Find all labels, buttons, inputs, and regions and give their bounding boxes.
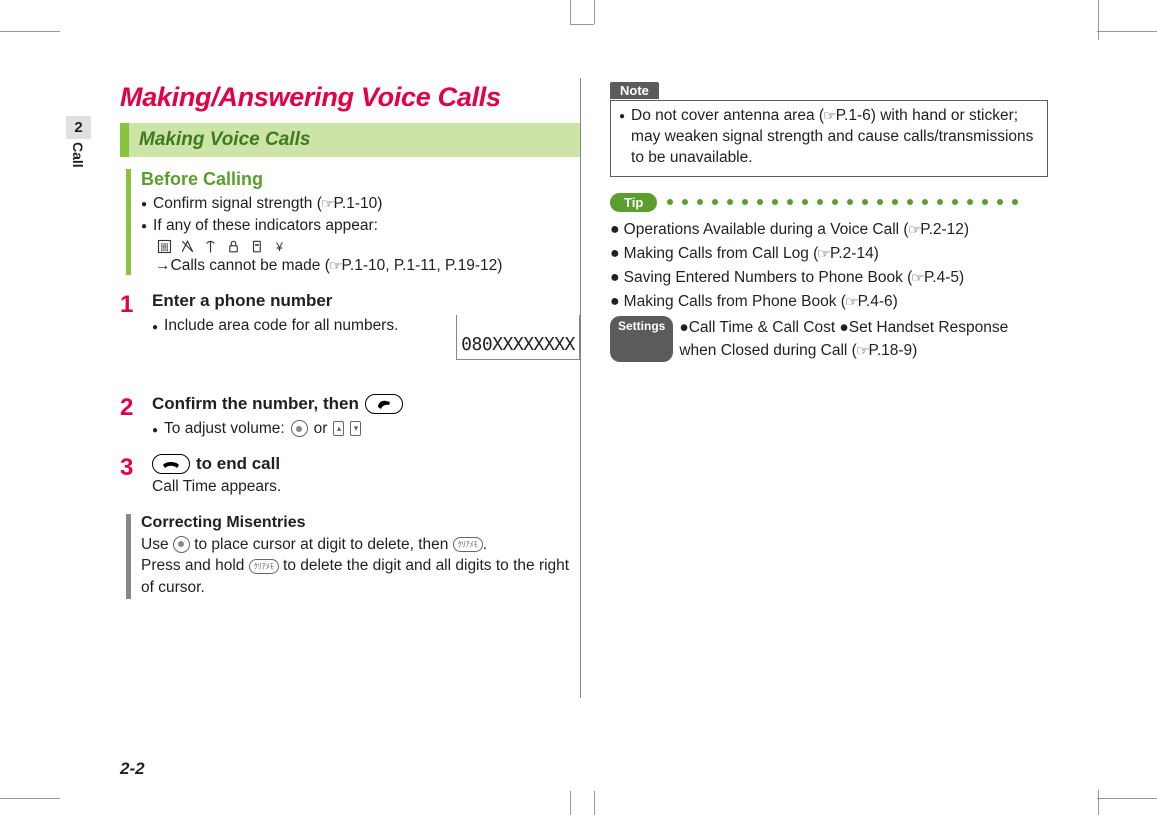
phone-number-display: 080XXXXXXXX <box>456 315 580 360</box>
bullet-icon: ● <box>141 220 147 237</box>
correcting-misentries-box: Correcting Misentries Use to place curso… <box>126 514 580 599</box>
svg-text:圏: 圏 <box>160 243 168 252</box>
text: ●Call Time & Call Cost ●Set Handset Resp… <box>679 316 1048 363</box>
before-calling-heading: Before Calling <box>141 169 580 190</box>
nav-key-icon <box>291 420 308 437</box>
lock-icon <box>226 239 241 254</box>
chapter-label: Call <box>70 142 86 168</box>
list-item: ● Confirm signal strength (☞P.1-10) <box>141 194 580 215</box>
clear-key-icon: ｸﾘｱﾒﾓ <box>453 537 483 552</box>
bullet-icon: ● <box>610 242 620 266</box>
crop-mark <box>570 0 571 24</box>
text: To adjust volume: <box>164 418 285 440</box>
reference-icon: ☞ <box>329 258 343 274</box>
page-number: 2-2 <box>120 759 145 779</box>
misentries-heading: Correcting Misentries <box>141 514 580 532</box>
crop-mark <box>0 798 60 799</box>
settings-label: Settings <box>610 316 673 363</box>
list-item: ●Operations Available during a Voice Cal… <box>610 218 1048 242</box>
crop-mark <box>570 24 594 25</box>
reference-icon: ☞ <box>817 244 831 264</box>
reference-icon: ☞ <box>823 107 837 125</box>
crop-mark <box>1098 0 1099 40</box>
settings-line: Settings ●Call Time & Call Cost ●Set Han… <box>610 316 1048 363</box>
left-column: Making/Answering Voice Calls Making Voic… <box>120 82 580 750</box>
text: Confirm signal strength (☞P.1-10) <box>153 194 382 215</box>
antenna-icon <box>203 239 218 254</box>
list-item: ● Do not cover antenna area (☞P.1-6) wit… <box>619 106 1039 169</box>
no-signal-icon <box>180 239 195 254</box>
crop-mark <box>1097 798 1157 799</box>
text: If any of these indicators appear: <box>153 216 378 237</box>
bullet-icon: ● <box>610 218 620 242</box>
reference-icon: ☞ <box>845 292 859 312</box>
crop-mark <box>1097 31 1157 32</box>
step-2: 2 Confirm the number, then ● To adjust v… <box>120 394 580 440</box>
step-number: 3 <box>120 454 140 496</box>
text: Call Time appears. <box>152 478 580 496</box>
yen-icon: ¥ <box>272 239 287 254</box>
crop-mark <box>594 791 595 815</box>
text: Do not cover antenna area (☞P.1-6) with … <box>631 106 1039 169</box>
note-label: Note <box>610 82 659 99</box>
text: Press and hold ｸﾘｱﾒﾓ to delete the digit… <box>141 555 580 598</box>
crop-mark <box>594 0 595 24</box>
step-1: 1 Enter a phone number 080XXXXXXXX ● Inc… <box>120 291 580 360</box>
reference-icon: ☞ <box>911 268 925 288</box>
bullet-icon: ● <box>152 321 158 335</box>
down-key-icon: ▾ <box>350 421 361 436</box>
crop-mark <box>570 791 571 815</box>
bullet-icon: ● <box>141 198 147 215</box>
step-number: 1 <box>120 291 140 360</box>
bullet-icon: ● <box>619 110 625 169</box>
list-item: ● Include area code for all numbers. <box>152 315 456 337</box>
text: Making Calls from Call Log (☞P.2-14) <box>624 242 879 266</box>
text: Include area code for all numbers. <box>164 315 398 337</box>
right-column: Note ● Do not cover antenna area (☞P.1-6… <box>610 82 1048 750</box>
text: Operations Available during a Voice Call… <box>624 218 969 242</box>
text: Making Calls from Phone Book (☞P.4-6) <box>624 290 898 314</box>
text: or <box>314 418 328 440</box>
bullet-icon: ● <box>152 424 158 438</box>
tip-dots <box>667 199 1048 205</box>
up-key-icon: ▴ <box>333 421 344 436</box>
step-3: 3 to end call Call Time appears. <box>120 454 580 496</box>
step-title: Confirm the number, then <box>152 394 580 414</box>
list-item: ●Making Calls from Phone Book (☞P.4-6) <box>610 290 1048 314</box>
list-item: ● If any of these indicators appear: <box>141 216 580 237</box>
text: →Calls cannot be made (☞P.1-10, P.1-11, … <box>155 257 580 275</box>
no-service-icon: 圏 <box>157 239 172 254</box>
before-calling-box: Before Calling ● Confirm signal strength… <box>126 169 580 275</box>
nav-key-icon <box>173 536 190 553</box>
tip-header: Tip <box>610 193 1048 212</box>
end-key-icon <box>152 454 190 474</box>
svg-text:¥: ¥ <box>275 240 283 254</box>
section-heading: Making Voice Calls <box>120 123 580 157</box>
card-icon <box>249 239 264 254</box>
reference-icon: ☞ <box>321 195 335 213</box>
call-key-icon <box>365 394 403 414</box>
page-title: Making/Answering Voice Calls <box>120 82 580 113</box>
clear-key-icon: ｸﾘｱﾒﾓ <box>249 559 279 574</box>
reference-icon: ☞ <box>907 220 921 240</box>
step-number: 2 <box>120 394 140 440</box>
tip-label: Tip <box>610 193 657 212</box>
list-item: ● To adjust volume: or ▴ ▾ <box>152 418 580 440</box>
indicator-icons-row: 圏 ¥ <box>157 239 580 254</box>
chapter-tab: 2 Call <box>66 116 91 168</box>
chapter-number: 2 <box>66 116 91 139</box>
note-block: Note ● Do not cover antenna area (☞P.1-6… <box>610 82 1048 177</box>
bullet-icon: ● <box>610 266 620 290</box>
list-item: ●Saving Entered Numbers to Phone Book (☞… <box>610 266 1048 290</box>
step-title: Enter a phone number <box>152 291 580 311</box>
crop-mark <box>1098 790 1099 815</box>
text: Use to place cursor at digit to delete, … <box>141 534 580 556</box>
text: Saving Entered Numbers to Phone Book (☞P… <box>624 266 965 290</box>
crop-mark <box>0 31 60 32</box>
step-title: to end call <box>152 454 580 474</box>
reference-icon: ☞ <box>856 341 870 361</box>
list-item: ●Making Calls from Call Log (☞P.2-14) <box>610 242 1048 266</box>
bullet-icon: ● <box>610 290 620 314</box>
